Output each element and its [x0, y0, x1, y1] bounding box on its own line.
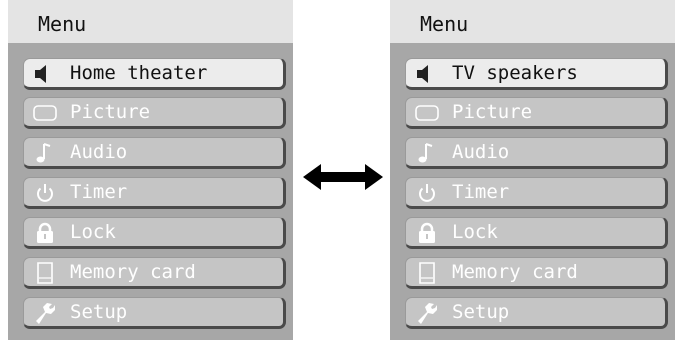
left-menu-item-label: Setup: [70, 301, 128, 323]
right-menu-item-label: Memory card: [452, 261, 578, 283]
right-menu-title: Menu: [420, 12, 469, 36]
left-menu-item-label: Timer: [70, 181, 128, 203]
left-menu-item-label: Home theater: [70, 62, 208, 84]
right-menu-item-label: Timer: [452, 181, 510, 203]
wrench-icon: [414, 301, 440, 325]
left-menu-panel: Menu Home theater Picture Audio Timer Lo…: [8, 0, 293, 340]
right-menu-item-tv-speakers[interactable]: TV speakers: [405, 58, 668, 90]
power-icon: [32, 181, 58, 205]
left-menu-title: Menu: [38, 12, 87, 36]
speaker-icon: [414, 62, 440, 86]
double-arrow-icon: [303, 160, 383, 194]
music-note-icon: [32, 141, 58, 165]
screen-icon: [414, 101, 440, 125]
left-menu-header: Menu: [8, 0, 293, 43]
left-menu-item-home-theater[interactable]: Home theater: [23, 58, 286, 90]
left-menu-item-setup[interactable]: Setup: [23, 297, 286, 329]
right-menu-item-audio[interactable]: Audio: [405, 137, 668, 169]
left-menu-item-label: Lock: [70, 221, 116, 243]
right-menu-item-label: TV speakers: [452, 62, 578, 84]
wrench-icon: [32, 301, 58, 325]
power-icon: [414, 181, 440, 205]
right-menu-item-setup[interactable]: Setup: [405, 297, 668, 329]
right-menu-item-lock[interactable]: Lock: [405, 217, 668, 249]
left-menu-item-label: Audio: [70, 141, 128, 163]
left-menu-item-timer[interactable]: Timer: [23, 177, 286, 209]
left-menu-item-audio[interactable]: Audio: [23, 137, 286, 169]
left-menu-item-label: Memory card: [70, 261, 196, 283]
right-menu-item-memory-card[interactable]: Memory card: [405, 257, 668, 289]
right-menu-item-picture[interactable]: Picture: [405, 97, 668, 129]
padlock-icon: [32, 221, 58, 245]
padlock-icon: [414, 221, 440, 245]
screen-icon: [32, 101, 58, 125]
right-menu-item-label: Picture: [452, 101, 533, 123]
right-menu-item-label: Audio: [452, 141, 510, 163]
memory-card-icon: [32, 261, 58, 285]
right-menu-item-timer[interactable]: Timer: [405, 177, 668, 209]
left-menu-item-label: Picture: [70, 101, 151, 123]
left-menu-item-picture[interactable]: Picture: [23, 97, 286, 129]
right-menu-header: Menu: [390, 0, 675, 43]
right-menu-item-label: Setup: [452, 301, 510, 323]
music-note-icon: [414, 141, 440, 165]
right-menu-item-label: Lock: [452, 221, 498, 243]
speaker-icon: [32, 62, 58, 86]
right-menu-panel: Menu TV speakers Picture Audio Timer Loc…: [390, 0, 675, 340]
left-menu-item-lock[interactable]: Lock: [23, 217, 286, 249]
left-menu-item-memory-card[interactable]: Memory card: [23, 257, 286, 289]
memory-card-icon: [414, 261, 440, 285]
